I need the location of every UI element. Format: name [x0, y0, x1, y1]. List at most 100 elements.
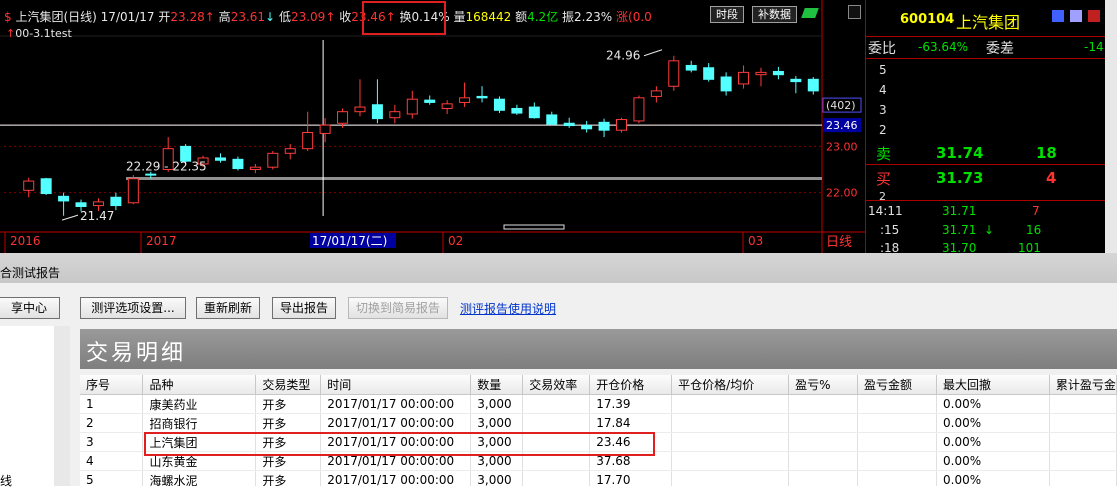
x-axis-label: 2017: [146, 234, 177, 248]
table-cell: 1: [80, 394, 144, 414]
column-header[interactable]: 交易效率: [522, 375, 591, 395]
tick-volume: 16: [1026, 223, 1042, 237]
candle-body: [337, 111, 349, 124]
candle-body: [459, 97, 471, 103]
kline-chart-panel[interactable]: 24.96 22.29 - 22.35 21.47 (402) 23.46 23.00 22…: [0, 0, 865, 253]
kline-chart[interactable]: 24.96 22.29 - 22.35 21.47 (402) 23.46 23.00 22…: [0, 0, 865, 253]
table-cell: [857, 470, 937, 486]
column-header[interactable]: 品种: [142, 375, 257, 395]
column-header[interactable]: 累计盈亏金: [1049, 375, 1117, 395]
column-header[interactable]: 交易类型: [255, 375, 322, 395]
toolbar-icon-1[interactable]: [1052, 10, 1064, 22]
column-header[interactable]: 盈亏金额: [857, 375, 937, 395]
table-cell: 开多: [255, 413, 322, 433]
trade-table[interactable]: 序号 品种 交易类型 时间 数量 交易效率 开仓价格 平仓价格/均价 盈亏% 盈…: [80, 375, 1117, 486]
low-annotation: 21.47: [80, 209, 114, 223]
diff-value: -14: [1084, 40, 1104, 54]
column-header[interactable]: 时间: [320, 375, 472, 395]
table-cell: 海螺水泥: [142, 470, 257, 486]
tick-time: :15: [880, 223, 900, 237]
left-scrollbar[interactable]: [54, 326, 70, 486]
export-button[interactable]: 导出报告: [272, 297, 336, 319]
range-annotation: 22.29 - 22.35: [126, 159, 207, 173]
indicator-line: ↑00-3.1test: [6, 27, 72, 40]
simple-report-button[interactable]: 切换到简易报告: [348, 297, 448, 319]
tick-price: 31.71: [942, 223, 977, 237]
candle-body: [476, 95, 488, 99]
low-label: 低: [278, 10, 291, 24]
tick-time: 14:11: [868, 204, 903, 218]
candle-body: [127, 178, 139, 204]
candle-body: [616, 119, 627, 131]
ratio-label: 委比: [868, 41, 896, 57]
buy-label: 买: [876, 170, 892, 188]
supplement-data-button[interactable]: 补数据: [752, 6, 797, 23]
tick-price: 31.71: [942, 204, 977, 218]
table-row[interactable]: 2 招商银行 开多 2017/01/17 00:00:00 3,000 17.84 0.00…: [80, 413, 1117, 433]
column-header[interactable]: 开仓价格: [589, 375, 673, 395]
candle-body: [650, 90, 662, 97]
down-arrow-icon: ↓: [265, 10, 276, 24]
refresh-button[interactable]: 重新刷新: [196, 297, 260, 319]
high-value: 23.61: [230, 10, 266, 24]
candle-body: [23, 180, 35, 191]
table-cell: [671, 413, 790, 433]
high-label: 高: [218, 10, 231, 24]
table-cell: [522, 394, 591, 414]
rise-value: (0.0: [628, 10, 652, 24]
candle-body: [354, 106, 366, 113]
sell-level-5: 5: [879, 63, 887, 77]
candle-body: [58, 195, 70, 202]
column-header[interactable]: 最大回撤: [936, 375, 1050, 395]
candle-body: [598, 121, 610, 131]
quote-panel: 600104 上汽集团 委比 -63.64% 委差 -14 5 4 3 2 卖 …: [865, 0, 1106, 253]
column-header[interactable]: 数量: [470, 375, 524, 395]
period-button[interactable]: 时段: [710, 6, 744, 23]
table-cell: [788, 470, 859, 486]
options-button[interactable]: 测评选项设置...: [80, 297, 186, 319]
share-center-button[interactable]: 享中心: [0, 297, 60, 319]
table-cell: 2: [80, 413, 144, 433]
table-row[interactable]: 5 海螺水泥 开多 2017/01/17 00:00:00 3,000 17.70 0.00…: [80, 470, 1117, 486]
table-cell: 0.00%: [936, 432, 1050, 452]
amount-value: 4.2亿: [527, 10, 559, 24]
candle-body: [75, 202, 87, 208]
candle-body: [92, 201, 104, 207]
tick-volume: 7: [1032, 204, 1040, 218]
x-axis-label: 02: [448, 234, 463, 248]
table-cell: [1049, 470, 1117, 486]
right-scrollbar[interactable]: [1105, 0, 1117, 253]
table-cell: 开多: [255, 470, 322, 486]
candle-body: [302, 132, 314, 150]
column-header[interactable]: 盈亏%: [788, 375, 859, 395]
selected-date-label: 17/01/17(二): [312, 234, 387, 248]
table-cell: [788, 394, 859, 414]
column-header[interactable]: 序号: [80, 375, 144, 395]
candle-body: [406, 98, 418, 115]
table-cell: [788, 413, 859, 433]
low-value: 23.09: [290, 10, 326, 24]
sell-level-3: 3: [879, 103, 887, 117]
buy-level-2: 2: [879, 190, 886, 203]
section-header: 交易明细: [80, 329, 1117, 369]
table-row[interactable]: 1 康美药业 开多 2017/01/17 00:00:00 3,000 17.39 0.00…: [80, 394, 1117, 414]
stock-code: 600104: [900, 12, 955, 27]
close-label: 收: [339, 10, 352, 24]
chart-date: 17/01/17: [100, 10, 155, 24]
table-cell: [788, 451, 859, 471]
column-header[interactable]: 平仓价格/均价: [671, 375, 790, 395]
toolbar-icon-3[interactable]: [1088, 10, 1100, 22]
chart-scroll-button[interactable]: [848, 5, 861, 19]
candle-body: [40, 178, 52, 195]
candle-body: [772, 70, 784, 76]
ratio-value: -63.64%: [918, 40, 969, 54]
help-link[interactable]: 测评报告使用说明: [460, 300, 556, 317]
up-arrow-icon: ↑: [204, 10, 215, 24]
peak-pointer: [643, 49, 663, 57]
x-axis-label: 03: [748, 234, 763, 248]
table-cell: [857, 394, 937, 414]
toolbar-icon-2[interactable]: [1070, 10, 1082, 22]
stock-title: 上汽集团(日线): [15, 10, 97, 24]
table-cell: 2017/01/17 00:00:00: [320, 394, 472, 414]
sell-level-4: 4: [879, 83, 887, 97]
